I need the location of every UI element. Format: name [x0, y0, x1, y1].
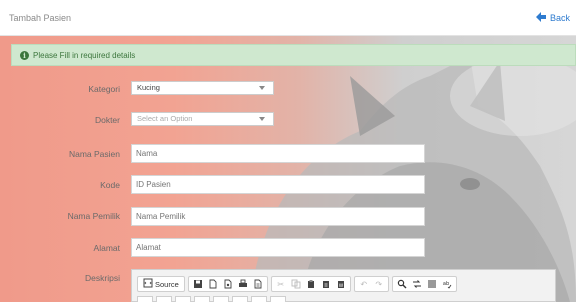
deskripsi-label: Deskripsi	[85, 273, 120, 283]
undo-icon[interactable]: ↶	[357, 277, 371, 291]
toolbar-group-clipboard: ✂ W	[270, 276, 351, 292]
toolbar-button[interactable]	[156, 296, 172, 302]
cut-icon[interactable]: ✂	[274, 277, 288, 291]
editor-toolbar-row-2	[137, 296, 286, 302]
alamat-input[interactable]	[131, 238, 425, 257]
paste-word-icon[interactable]: W	[334, 277, 348, 291]
preview-icon[interactable]	[221, 277, 235, 291]
kategori-select[interactable]: Kucing	[131, 81, 274, 95]
info-icon: i	[20, 50, 29, 60]
required-fields-alert: i Please Fill in required details	[11, 44, 576, 66]
kode-input[interactable]	[131, 175, 425, 194]
nama-pemilik-label: Nama Pemilik	[67, 211, 120, 221]
page-title: Tambah Pasien	[9, 13, 72, 23]
templates-icon[interactable]	[251, 277, 265, 291]
nama-pemilik-input[interactable]	[131, 207, 425, 226]
back-button-label: Back	[549, 13, 570, 23]
svg-text:W: W	[339, 283, 344, 289]
background-image	[0, 36, 576, 302]
paste-text-icon[interactable]	[319, 277, 333, 291]
dokter-select[interactable]: Select an Option	[131, 112, 274, 126]
print-icon[interactable]	[236, 277, 250, 291]
toolbar-button[interactable]	[213, 296, 229, 302]
editor-toolbar: Source ✂ W ↶ ↷ ab	[137, 276, 457, 292]
alamat-label: Alamat	[93, 243, 120, 253]
cat-photo	[250, 56, 576, 302]
source-label: Source	[155, 279, 179, 289]
save-icon[interactable]	[191, 277, 205, 291]
toolbar-group-history: ↶ ↷	[353, 276, 389, 292]
select-all-icon[interactable]	[425, 277, 439, 291]
new-page-icon[interactable]	[206, 277, 220, 291]
source-button[interactable]: Source	[140, 277, 182, 291]
kategori-label: Kategori	[88, 84, 120, 94]
toolbar-button[interactable]	[137, 296, 153, 302]
kategori-value: Kucing	[137, 83, 160, 92]
kode-label: Kode	[100, 180, 120, 190]
toolbar-button[interactable]	[270, 296, 286, 302]
paste-icon[interactable]	[304, 277, 318, 291]
svg-text:ab: ab	[443, 281, 449, 287]
nama-pasien-input[interactable]	[131, 144, 425, 163]
toolbar-button[interactable]	[232, 296, 248, 302]
toolbar-button[interactable]	[175, 296, 191, 302]
toolbar-group-file	[187, 276, 268, 292]
toolbar-group-editing: ab	[391, 276, 457, 292]
alert-message: Please Fill in required details	[33, 50, 136, 60]
dokter-placeholder: Select an Option	[137, 114, 193, 123]
redo-icon[interactable]: ↷	[372, 277, 386, 291]
chevron-down-icon	[259, 86, 265, 90]
chevron-down-icon	[259, 117, 265, 121]
replace-icon[interactable]	[410, 277, 424, 291]
toolbar-button[interactable]	[251, 296, 267, 302]
dokter-label: Dokter	[94, 115, 120, 125]
page-header: Tambah Pasien Back	[0, 0, 576, 36]
toolbar-button[interactable]	[194, 296, 210, 302]
spellcheck-icon[interactable]: ab	[440, 277, 454, 291]
copy-icon[interactable]	[289, 277, 303, 291]
deskripsi-editor[interactable]: Source ✂ W ↶ ↷ ab	[131, 269, 556, 302]
source-icon	[143, 278, 153, 290]
find-icon[interactable]	[395, 277, 409, 291]
toolbar-group-document: Source	[137, 276, 185, 292]
back-button[interactable]: Back	[535, 11, 570, 25]
nama-pasien-label: Nama Pasien	[68, 149, 120, 159]
arrow-left-icon	[535, 11, 547, 25]
